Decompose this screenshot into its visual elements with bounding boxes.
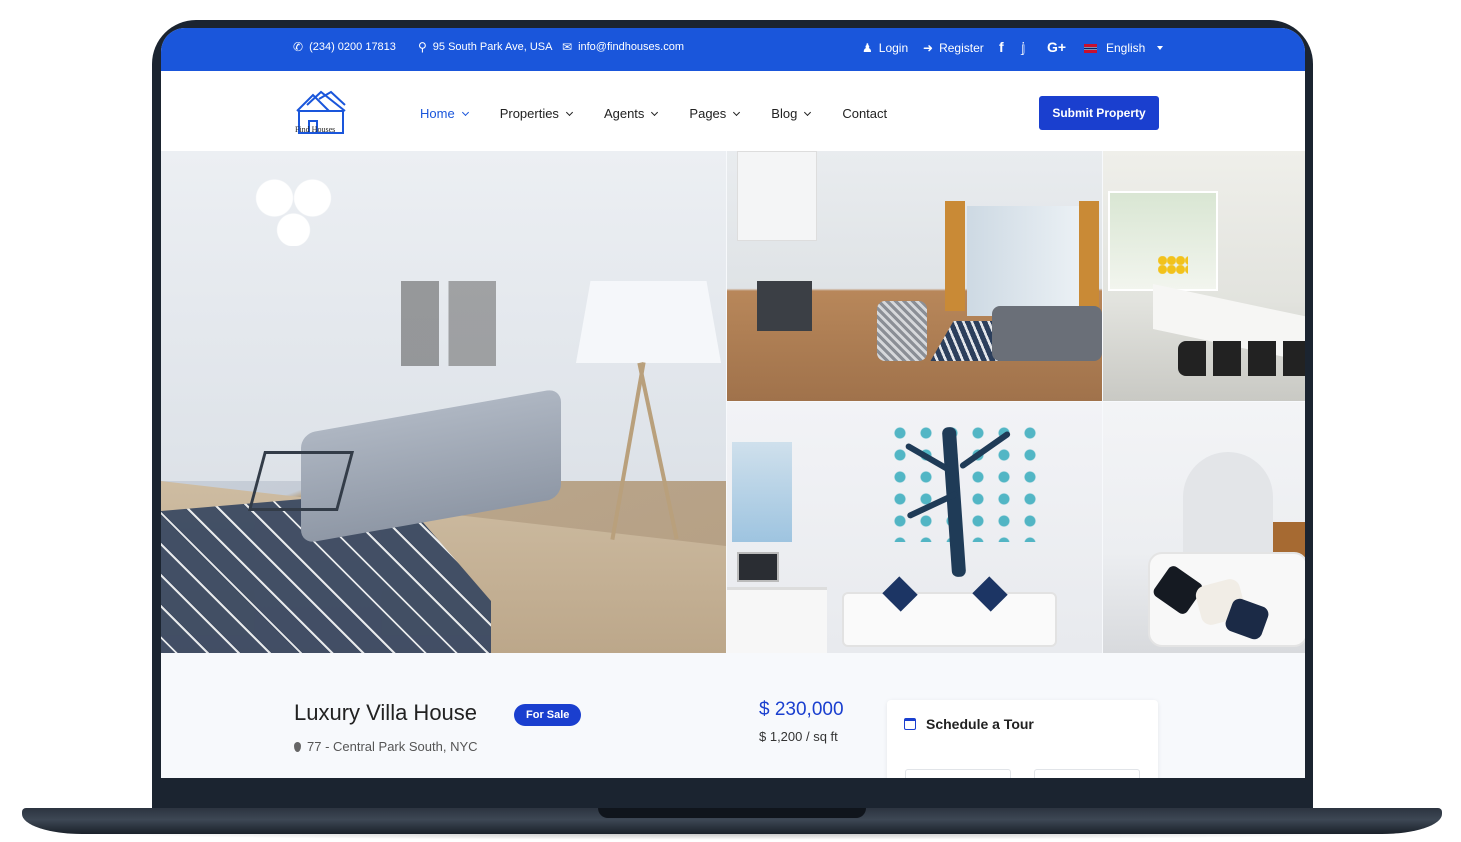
email-contact[interactable]: ✉ info@findhouses.com	[562, 41, 684, 53]
chevron-down-icon	[651, 108, 659, 116]
kids-room-photo[interactable]	[727, 402, 1102, 653]
chevron-down-icon	[733, 108, 741, 116]
browser-screen: ✆ (234) 0200 17813 ⚲ 95 South Park Ave, …	[161, 28, 1305, 778]
price-per-sqft: $ 1,200 / sq ft	[759, 729, 838, 744]
chevron-down-icon	[804, 108, 812, 116]
phone-contact[interactable]: ✆ (234) 0200 17813	[293, 41, 396, 53]
uk-flag-icon	[1084, 43, 1097, 53]
twitter-link[interactable]: 𝕛	[1021, 40, 1026, 56]
phone-icon: ✆	[293, 40, 304, 54]
dining-photo[interactable]	[1103, 151, 1305, 401]
property-price: $ 230,000	[759, 699, 844, 720]
property-title: Luxury Villa House	[294, 700, 478, 725]
nav-item-contact[interactable]: Contact	[842, 106, 887, 121]
schedule-tour-title: Schedule a Tour	[926, 716, 1034, 732]
nav-label: Agents	[603, 106, 645, 121]
kitchen-photo[interactable]	[727, 151, 1102, 401]
property-gallery	[161, 151, 1305, 653]
property-address: 77 - Central Park South, NYC	[294, 739, 478, 754]
address-text: 95 South Park Ave, USA	[432, 41, 553, 53]
chevron-down-icon	[565, 108, 573, 116]
lounge-photo[interactable]	[1103, 402, 1305, 653]
twitter-icon: 𝕛	[1021, 40, 1026, 55]
chevron-down-icon	[461, 108, 469, 116]
nav-item-pages[interactable]: Pages	[689, 106, 741, 121]
tour-date-field[interactable]	[905, 769, 1011, 778]
nav-item-home[interactable]: Home	[420, 106, 469, 121]
top-bar: ✆ (234) 0200 17813 ⚲ 95 South Park Ave, …	[161, 28, 1305, 71]
nav-label: Properties	[499, 106, 559, 121]
register-label: Register	[939, 41, 984, 55]
main-nav: Home Properties Agents Pages Blog Contac…	[420, 106, 919, 121]
envelope-icon: ✉	[562, 40, 573, 54]
google-plus-icon: G+	[1047, 39, 1067, 55]
sign-in-icon: ➜	[923, 41, 934, 55]
tour-time-field[interactable]	[1034, 769, 1140, 778]
nav-item-blog[interactable]: Blog	[771, 106, 812, 121]
nav-label: Contact	[842, 106, 888, 121]
map-pin-icon	[294, 741, 301, 752]
calendar-icon	[904, 718, 916, 730]
listing-header: Luxury Villa House For Sale 77 - Central…	[161, 653, 1305, 778]
language-selector[interactable]: English	[1084, 41, 1164, 55]
nav-label: Blog	[771, 106, 798, 121]
nav-item-properties[interactable]: Properties	[499, 106, 573, 121]
user-icon: ♟	[862, 41, 873, 55]
address-contact: ⚲ 95 South Park Ave, USA	[418, 41, 552, 53]
caret-down-icon	[1157, 46, 1164, 50]
email-text: info@findhouses.com	[578, 41, 685, 53]
facebook-link[interactable]: f	[999, 39, 1004, 55]
nav-label: Pages	[689, 106, 727, 121]
register-link[interactable]: ➜ Register	[923, 41, 984, 55]
address-text: 77 - Central Park South, NYC	[307, 739, 478, 754]
submit-property-button[interactable]: Submit Property	[1039, 96, 1159, 130]
schedule-tour-card: Schedule a Tour	[887, 700, 1158, 778]
login-link[interactable]: ♟ Login	[862, 41, 908, 55]
language-label: English	[1106, 41, 1146, 55]
phone-text: (234) 0200 17813	[309, 41, 396, 53]
living-room-photo[interactable]	[161, 151, 726, 653]
login-label: Login	[878, 41, 909, 55]
logo-text: Find Houses	[295, 125, 336, 134]
facebook-icon: f	[999, 39, 1004, 55]
schedule-tour-heading: Schedule a Tour	[904, 716, 1034, 732]
map-pin-icon: ⚲	[418, 40, 427, 54]
nav-label: Home	[420, 106, 455, 121]
status-badge: For Sale	[514, 704, 582, 726]
main-navbar: Find Houses Home Properties Agents Pages…	[161, 71, 1305, 151]
laptop-notch	[598, 808, 866, 818]
google-plus-link[interactable]: G+	[1047, 39, 1066, 55]
nav-item-agents[interactable]: Agents	[603, 106, 659, 121]
